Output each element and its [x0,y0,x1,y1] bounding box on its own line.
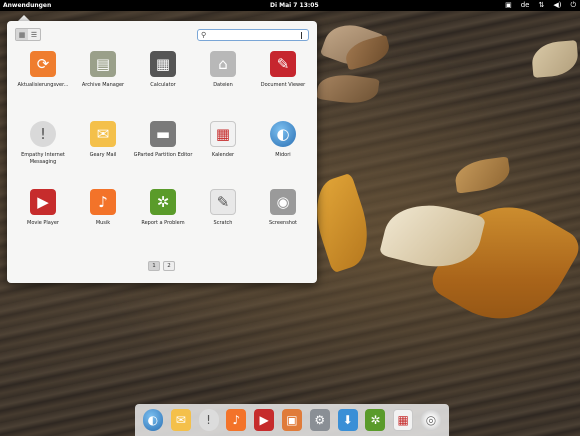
app-label: Scratch [213,220,233,226]
app-gparted[interactable]: ▬ GParted Partition Editor [133,121,193,159]
camera-icon: ◉ [270,189,296,215]
app-label: Musik [95,220,111,226]
dock-disc[interactable]: ◎ [421,409,442,431]
app-midori[interactable]: ◐ Midori [253,121,313,159]
calculator-icon: ▦ [150,51,176,77]
applications-menu-button[interactable]: Anwendungen [3,1,51,10]
mail-icon: ✉ [175,413,186,427]
app-screenshot[interactable]: ◉ Screenshot [253,189,313,227]
network-icon[interactable]: ⇅ [538,0,544,11]
search-input[interactable] [209,31,300,39]
dock-empathy[interactable]: ! [198,409,219,431]
grid-view-button[interactable]: ▦ [16,29,28,40]
archive-icon: ▤ [90,51,116,77]
dock-kalender[interactable]: ▦ [393,409,414,431]
chat-bubble-icon: ! [206,413,211,427]
app-label: Midori [275,152,291,158]
app-musik[interactable]: ♪ Musik [73,189,133,227]
dock-movie-player[interactable]: ▶ [254,409,275,431]
app-calculator[interactable]: ▦ Calculator [133,51,193,89]
dock: ◐ ✉ ! ♪ ▶ ▣ ⚙ ⬇ ✲ ▦ ◎ [135,404,449,436]
app-document-viewer[interactable]: ✎ Document Viewer [253,51,313,89]
film-icon: ▶ [30,189,56,215]
text-editor-icon: ✎ [210,189,236,215]
app-movie-player[interactable]: ▶ Movie Player [13,189,73,227]
app-label: Report a Problem [141,220,185,226]
app-label: Document Viewer [260,82,306,88]
globe-icon: ◐ [147,413,159,427]
text-cursor [301,31,303,39]
page-switcher: 1 2 [148,261,175,271]
view-switcher: ▦ ☰ [15,28,41,41]
top-panel: Anwendungen Di Mai 7 13:05 ▣ de ⇅ ◀) ⏻ [0,0,580,11]
page-button-1[interactable]: 1 [148,261,160,271]
dock-report-problem[interactable]: ✲ [365,409,386,431]
ladybug-icon: ✲ [370,413,381,427]
page-button-2[interactable]: 2 [163,261,175,271]
photos-icon: ▣ [286,413,298,427]
app-label: Kalender [211,152,235,158]
wallpaper-leaf [453,156,512,194]
dock-settings[interactable]: ⚙ [309,409,330,431]
app-label: Screenshot [269,220,297,226]
app-label: Calculator [150,82,176,88]
disc-icon: ◎ [425,413,437,427]
wallpaper-leaf [530,40,580,78]
download-icon: ⬇ [342,413,353,427]
volume-icon[interactable]: ◀) [553,0,561,11]
globe-icon: ◐ [270,121,296,147]
calendar-icon: ▦ [210,121,236,147]
search-icon: ⚲ [201,31,207,39]
app-empathy[interactable]: ! Empathy Internet Messaging [13,121,73,165]
display-icon[interactable]: ▣ [505,0,512,11]
wallpaper-leaf [316,70,380,108]
dock-musik[interactable]: ♪ [226,409,247,431]
app-label: Dateien [213,82,233,88]
keyboard-layout-indicator[interactable]: de [521,0,530,11]
dock-midori[interactable]: ◐ [142,409,163,431]
category-view-button[interactable]: ☰ [28,29,40,40]
music-note-icon: ♪ [90,189,116,215]
refresh-icon: ⟳ [30,51,56,77]
app-label: Aktualisierungsver... [17,82,69,88]
app-label: Movie Player [27,220,59,226]
app-label: Empathy Internet Messaging [21,152,65,165]
calendar-icon: ▦ [397,413,409,427]
dock-shotwell[interactable]: ▣ [281,409,302,431]
app-kalender[interactable]: ▦ Kalender [193,121,253,159]
ladybug-icon: ✲ [150,189,176,215]
clock[interactable]: Di Mai 7 13:05 [270,1,319,10]
app-report-a-problem[interactable]: ✲ Report a Problem [133,189,193,227]
disk-icon: ▬ [150,121,176,147]
chat-bubble-icon: ! [30,121,56,147]
app-archive-manager[interactable]: ▤ Archive Manager [73,51,133,89]
applications-launcher: ▦ ☰ ⚲ ⟳ Aktualisierungsver... ▤ Archive … [7,21,317,283]
dock-geary-mail[interactable]: ✉ [170,409,191,431]
app-scratch[interactable]: ✎ Scratch [193,189,253,227]
document-viewer-icon: ✎ [270,51,296,77]
app-label: Archive Manager [81,82,125,88]
app-geary-mail[interactable]: ✉ Geary Mail [73,121,133,159]
app-label: GParted Partition Editor [133,152,193,158]
music-note-icon: ♪ [232,413,241,427]
film-icon: ▶ [259,413,269,427]
app-label: Geary Mail [89,152,117,158]
power-icon[interactable]: ⏻ [570,0,576,11]
app-dateien[interactable]: ⌂ Dateien [193,51,253,89]
mail-icon: ✉ [90,121,116,147]
indicator-area: ▣ de ⇅ ◀) ⏻ [505,0,576,11]
home-folder-icon: ⌂ [210,51,236,77]
settings-icon: ⚙ [314,413,326,427]
search-field[interactable]: ⚲ [197,29,309,41]
dock-software-center[interactable]: ⬇ [337,409,358,431]
app-aktualisierungsverwaltung[interactable]: ⟳ Aktualisierungsver... [13,51,73,89]
